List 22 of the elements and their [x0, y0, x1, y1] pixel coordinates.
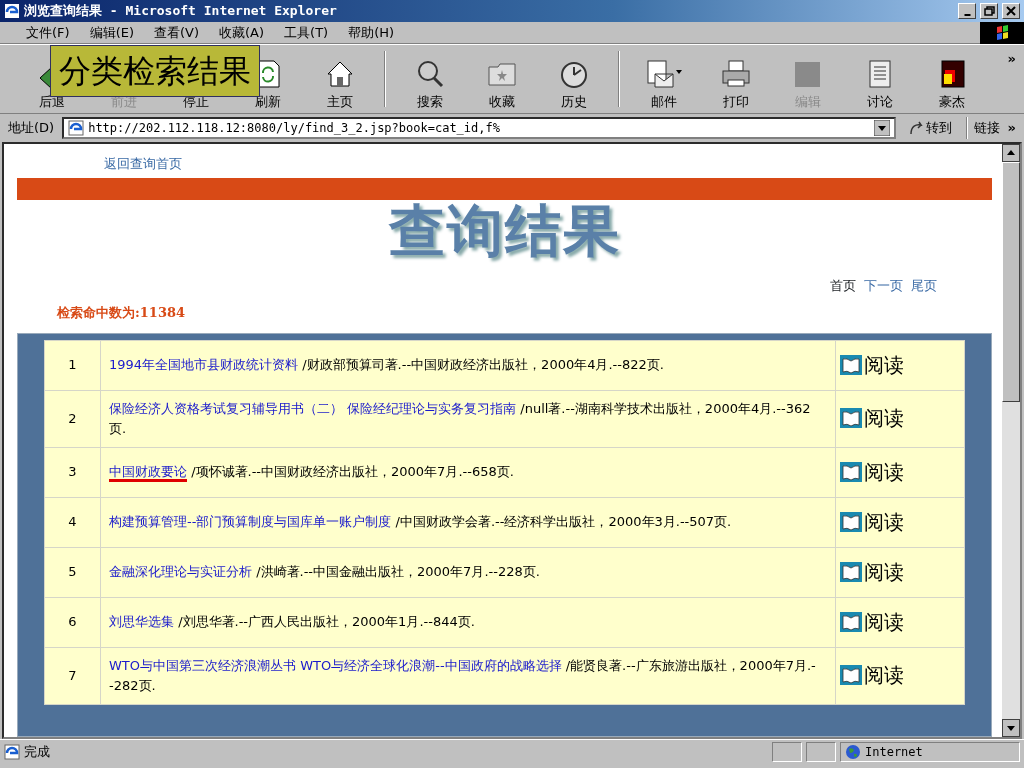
book-entry: WTO与中国第三次经济浪潮丛书 WTO与经济全球化浪潮--中国政府的战略选择 /能贤良著.--广东旅游出版社，2000年7月.--282页. [109, 658, 816, 693]
book-entry: 中国财政要论 /项怀诚著.--中国财政经济出版社，2000年7月.--658页. [109, 464, 514, 483]
slide-label-tooltip: 分类检索结果 [50, 45, 260, 97]
book-entry: 1994年全国地市县财政统计资料 /财政部预算司著.--中国财政经济出版社，2000年4月.--822页. [109, 357, 664, 373]
url-text: http://202.112.118.12:8080/ly/find_3_2.jsp?book=cat_id,f% [88, 120, 501, 137]
row-number: 3 [68, 464, 77, 480]
book-entry: 金融深化理论与实证分析 /洪崎著.--中国金融出版社，2000年7月.--228页. [109, 564, 540, 580]
status-text: 完成 [24, 742, 51, 761]
row-number: 2 [68, 410, 77, 426]
book-entry: 刘思华选集 /刘思华著.--广西人民出版社，2000年1月.--844页. [109, 614, 475, 630]
book-entry: 构建预算管理--部门预算制度与国库单一账户制度 /中国财政学会著.--经济科学出版社，2000年3月.--507页. [109, 514, 732, 530]
page-heading: 查询结果 [388, 198, 621, 263]
address-label: 地址(D) [7, 119, 56, 138]
window-title: 浏览查询结果 - Microsoft Internet Explorer [24, 2, 338, 21]
hit-count: 检索命中数为:11384 [55, 304, 187, 323]
book-entry: 保险经济人资格考试复习辅导用书（二） 保险经纪理论与实务复习指南 /null著.--湖南科学技术出版社，2000年4月.--362页. [109, 401, 811, 436]
zone-text: Internet [865, 743, 923, 761]
row-number: 6 [68, 614, 77, 630]
row-number: 1 [68, 357, 77, 373]
row-number: 5 [68, 564, 77, 580]
row-number: 4 [68, 514, 77, 530]
row-number: 7 [68, 667, 77, 683]
